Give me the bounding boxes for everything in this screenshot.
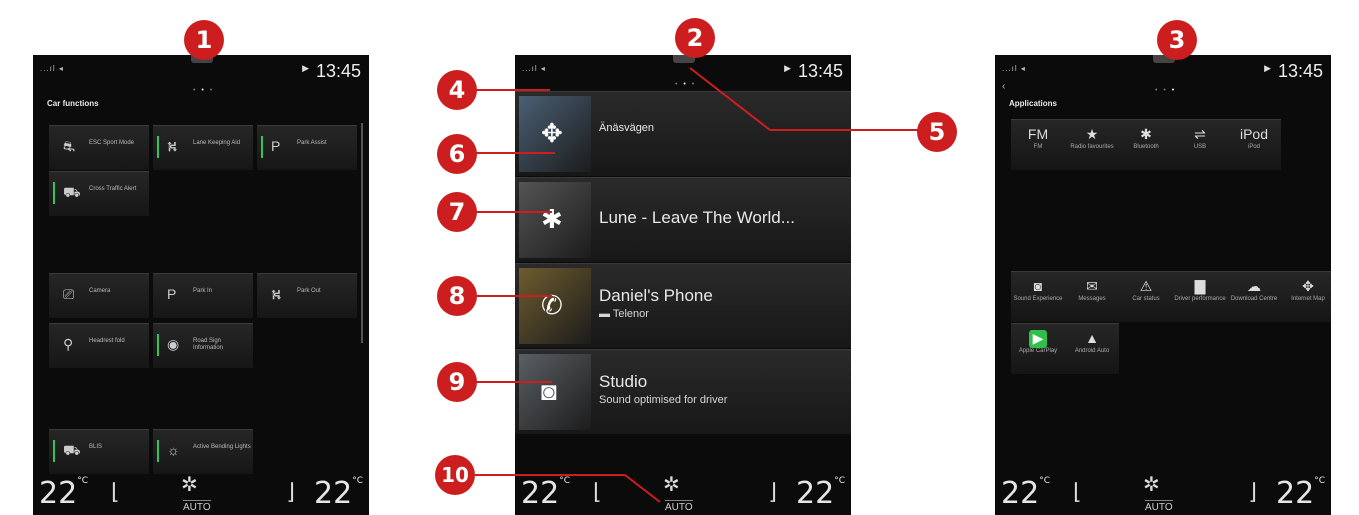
marker-5: 5 xyxy=(917,112,957,152)
marker-10: 10 xyxy=(435,455,475,495)
callout-line-10b xyxy=(624,474,661,503)
marker-9: 9 xyxy=(437,362,477,402)
marker-8: 8 xyxy=(437,276,477,316)
callout-line-5b xyxy=(689,67,771,131)
marker-1: 1 xyxy=(184,20,224,60)
marker-2: 2 xyxy=(675,18,715,58)
marker-3: 3 xyxy=(1157,20,1197,60)
marker-7: 7 xyxy=(437,192,477,232)
callout-lines xyxy=(475,67,925,503)
marker-4: 4 xyxy=(437,70,477,110)
marker-6: 6 xyxy=(437,134,477,174)
